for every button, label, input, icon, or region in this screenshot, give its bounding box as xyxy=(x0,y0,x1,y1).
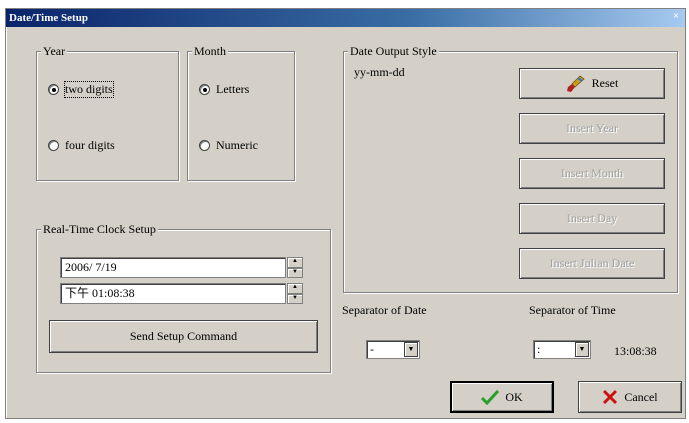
separator-of-date-value: - xyxy=(370,342,374,356)
radio-letters[interactable]: Letters xyxy=(199,82,249,97)
cancel-button-label: Cancel xyxy=(624,389,658,404)
window-title: Date/Time Setup xyxy=(9,12,88,24)
radio-two-digits[interactable]: two digits xyxy=(48,81,114,98)
radio-four-digits-label: four digits xyxy=(65,138,115,152)
radio-two-digits-indicator[interactable] xyxy=(48,84,59,95)
insert-julian-date-button[interactable]: Insert Julian Date xyxy=(519,248,665,279)
cancel-button[interactable]: Cancel xyxy=(578,381,682,413)
date-spin-up-icon[interactable]: ▲ xyxy=(287,257,303,268)
send-setup-command-label: Send Setup Command xyxy=(129,329,238,343)
radio-four-digits-indicator[interactable] xyxy=(48,140,59,151)
real-time-clock-legend: Real-Time Clock Setup xyxy=(41,222,158,236)
time-input[interactable]: 下午 01:08:38 xyxy=(60,283,286,304)
radio-letters-indicator[interactable] xyxy=(199,84,210,95)
radio-four-digits[interactable]: four digits xyxy=(48,138,115,153)
time-spin-up-icon[interactable]: ▲ xyxy=(287,283,303,294)
separator-of-time-label: Separator of Time xyxy=(529,303,616,317)
close-icon[interactable]: × xyxy=(670,11,682,23)
ok-button[interactable]: OK xyxy=(450,381,554,413)
year-legend: Year xyxy=(41,44,68,58)
ok-button-label: OK xyxy=(505,389,523,404)
chevron-down-icon[interactable]: ▼ xyxy=(404,342,418,357)
insert-day-button[interactable]: Insert Day xyxy=(519,203,665,234)
radio-letters-label: Letters xyxy=(216,82,250,96)
separator-of-time-select[interactable]: : ▼ xyxy=(533,340,591,359)
time-preview-text: 13:08:38 xyxy=(614,344,657,358)
month-legend: Month xyxy=(192,44,229,58)
chevron-down-icon[interactable]: ▼ xyxy=(575,342,589,357)
radio-numeric-label: Numeric xyxy=(216,138,258,152)
radio-numeric[interactable]: Numeric xyxy=(199,138,258,153)
date-time-setup-dialog: Date/Time Setup × Year two digits four d… xyxy=(5,8,686,419)
date-spin-down-icon[interactable]: ▼ xyxy=(287,267,303,278)
insert-julian-date-label: Insert Julian Date xyxy=(549,256,635,270)
time-spin-down-icon[interactable]: ▼ xyxy=(287,293,303,304)
checkmark-icon xyxy=(481,389,500,405)
date-input[interactable]: 2006/ 7/19 xyxy=(60,257,286,278)
separator-of-date-label: Separator of Date xyxy=(342,303,427,317)
time-spinner[interactable]: ▲ ▼ xyxy=(287,283,303,304)
month-group: Month Letters Numeric xyxy=(187,44,295,181)
separator-of-time-value: : xyxy=(537,342,541,356)
red-x-icon xyxy=(603,389,618,405)
insert-year-label: Insert Year xyxy=(566,121,618,135)
insert-year-button[interactable]: Insert Year xyxy=(519,113,665,144)
insert-day-label: Insert Day xyxy=(566,211,618,225)
date-format-text: yy-mm-dd xyxy=(354,65,405,79)
separator-of-date-select[interactable]: - ▼ xyxy=(366,340,420,359)
year-group: Year two digits four digits xyxy=(36,44,179,181)
reset-button-label: Reset xyxy=(591,76,619,90)
insert-month-button[interactable]: Insert Month xyxy=(519,158,665,189)
real-time-clock-group: Real-Time Clock Setup 2006/ 7/19 ▲ ▼ 下午 … xyxy=(36,222,331,373)
date-spinner[interactable]: ▲ ▼ xyxy=(287,257,303,278)
insert-month-label: Insert Month xyxy=(560,166,624,180)
reset-button[interactable]: Reset xyxy=(519,68,665,99)
send-setup-command-button[interactable]: Send Setup Command xyxy=(49,320,318,353)
radio-numeric-indicator[interactable] xyxy=(199,140,210,151)
paint-brush-icon xyxy=(566,74,585,92)
radio-two-digits-label: two digits xyxy=(64,81,114,98)
date-output-style-group: Date Output Style yy-mm-dd Reset Insert … xyxy=(343,44,678,293)
title-bar[interactable]: Date/Time Setup × xyxy=(6,9,685,27)
date-output-style-legend: Date Output Style xyxy=(348,44,439,58)
